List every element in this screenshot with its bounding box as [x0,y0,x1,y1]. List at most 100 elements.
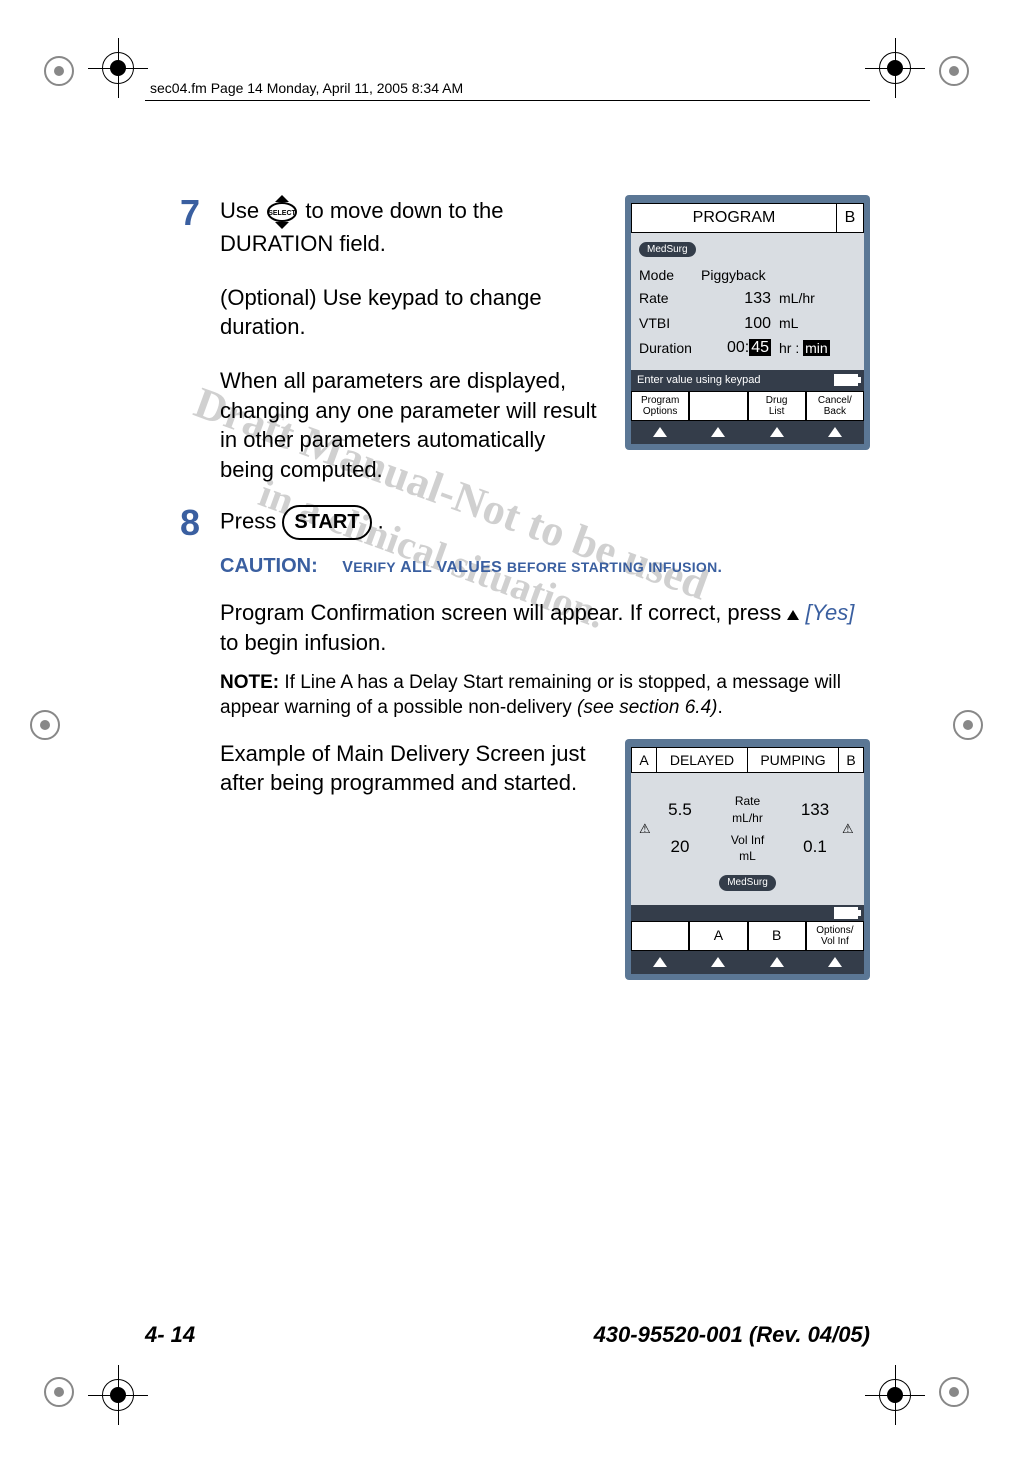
dev1-mode-label: Mode [639,266,701,285]
dev1-titlebar: PROGRAM B [631,203,864,233]
yes-softkey-ref: [Yes] [805,600,854,625]
dev2-status-a: DELAYED [657,748,748,773]
dev1-status-bar: Enter value using keypad [631,370,864,391]
up-triangle-icon [770,957,784,967]
step-7-number: 7 [145,195,200,231]
dev2-col-b: 133 0.1 [788,799,842,859]
warning-icon-left: ⚠ [639,820,653,838]
crop-mark-br [865,1365,925,1425]
step7-p3: When all parameters are displayed, chang… [220,366,605,485]
dev1-dur-unit-a: hr : [779,340,803,356]
dev2-body: ⚠ 5.5 20 Rate mL/hr Vol Inf mL [631,773,864,872]
caution-label: CAUTION: [220,555,318,577]
select-icon: SELECT [265,195,299,229]
dev1-triangles [631,421,864,445]
dev2-softkey-2: A [689,921,747,951]
dev1-vtbi-unit: mL [779,314,798,333]
dev2-mid-rate-b: mL/hr [707,810,788,826]
dev2-cca-tag: MedSurg [719,875,776,891]
crop-mark-tr [865,38,925,98]
bullseye-mid-right [953,710,983,740]
header-rule [145,100,870,101]
dev1-softkey-3: DrugList [748,391,806,421]
dev1-dur-hr: 00: [727,339,749,356]
dev2-softkey-1 [631,921,689,951]
bullseye-bot-right [939,1377,969,1407]
warning-icon-right: ⚠ [842,820,856,838]
dev2-softkey-3: B [748,921,806,951]
dev1-cca-tag: MedSurg [639,242,696,258]
dev1-rate-label: Rate [639,289,701,308]
bullseye-top-left [44,56,74,86]
dev2-b-vol: 0.1 [788,836,842,859]
example-text: Example of Main Delivery Screen just aft… [220,739,605,798]
dev2-a-vol: 20 [653,836,707,859]
dev2-channel-b: B [839,748,863,773]
step8-p2a: Program Confirmation screen will appear.… [220,600,787,625]
doc-revision: 430-95520-001 (Rev. 04/05) [594,1322,870,1348]
up-triangle-icon [770,427,784,437]
dev1-vtbi-label: VTBI [639,314,701,333]
dev1-dur-unit-b: min [803,340,830,356]
up-triangle-icon [828,957,842,967]
step8-p1a: Press [220,508,282,533]
dev2-b-rate: 133 [788,799,842,822]
step7-p1a: Use [220,198,265,223]
dev1-rate-unit: mL/hr [779,289,815,308]
dev1-softkey-2 [689,391,747,421]
dev2-status-bar [631,905,864,921]
bullseye-bot-left [44,1377,74,1407]
dev2-a-rate: 5.5 [653,799,707,822]
note-text-a: If Line A has a Delay Start remaining or… [220,672,841,718]
step-8-body: Press START . CAUTION: VERIFY ALL VALUES… [220,505,870,980]
note-text-b: (see section 6.4) [577,697,717,718]
note-paragraph: NOTE: If Line A has a Delay Start remain… [220,671,870,720]
dev1-dur-label: Duration [639,339,701,358]
dev1-vtbi-val: 100 [701,313,771,335]
up-triangle-icon [711,427,725,437]
up-triangle-icon [653,427,667,437]
dev1-dur-min: 45 [749,339,771,356]
dev2-col-mid: Rate mL/hr Vol Inf mL [707,793,788,864]
dev2-cca-wrap: MedSurg [631,872,864,905]
page-number: 4- 14 [145,1322,195,1348]
dev1-softkey-4: Cancel/Back [806,391,864,421]
bullseye-mid-left [30,710,60,740]
page: sec04.fm Page 14 Monday, April 11, 2005 … [0,0,1013,1463]
device-screen-delivery: A DELAYED PUMPING B ⚠ 5.5 20 [625,739,870,981]
note-label: NOTE: [220,672,279,693]
step-8: 8 Press START . CAUTION: VERIFY ALL VALU… [145,505,870,980]
dev1-mode-val: Piggyback [701,266,766,285]
dev2-col-a: 5.5 20 [653,799,707,859]
step-7-body: Use SELECT to move down to the DURATION … [220,195,870,485]
step-7: 7 Use SELECT [145,195,870,485]
dev2-softkeys: A B Options/Vol Inf [631,921,864,951]
svg-text:SELECT: SELECT [268,210,296,217]
up-triangle-icon [787,610,799,620]
note-text-c: . [717,697,722,718]
dev1-body: MedSurg ModePiggyback Rate133 mL/hr VTBI1… [631,233,864,370]
header-text: sec04.fm Page 14 Monday, April 11, 2005 … [150,80,463,96]
step8-p2b: to begin infusion. [220,630,386,655]
up-triangle-icon [653,957,667,967]
up-triangle-icon [711,957,725,967]
dev2-triangles [631,951,864,975]
caution-text: VERIFY ALL VALUES BEFORE STARTING INFUSI… [342,559,722,576]
dev2-mid-rate-a: Rate [707,793,788,809]
dev1-status-text: Enter value using keypad [637,373,761,388]
dev2-channel-a: A [632,748,657,773]
device-screen-program: PROGRAM B MedSurg ModePiggyback Rate133 m… [625,195,870,450]
up-triangle-icon [828,427,842,437]
dev2-status-b: PUMPING [748,748,839,773]
dev2-titlebar: A DELAYED PUMPING B [631,747,864,774]
dev2-softkey-4: Options/Vol Inf [806,921,864,951]
dev2-mid-vol-b: mL [707,848,788,864]
battery-icon [834,374,858,386]
step-7-text-column: Use SELECT to move down to the DURATION … [220,195,605,485]
caution-line: CAUTION: VERIFY ALL VALUES BEFORE STARTI… [220,550,870,580]
battery-icon [834,907,858,919]
dev1-rate-val: 133 [701,288,771,310]
dev1-softkey-1: ProgramOptions [631,391,689,421]
step-8-number: 8 [145,505,200,541]
bullseye-top-right [939,56,969,86]
